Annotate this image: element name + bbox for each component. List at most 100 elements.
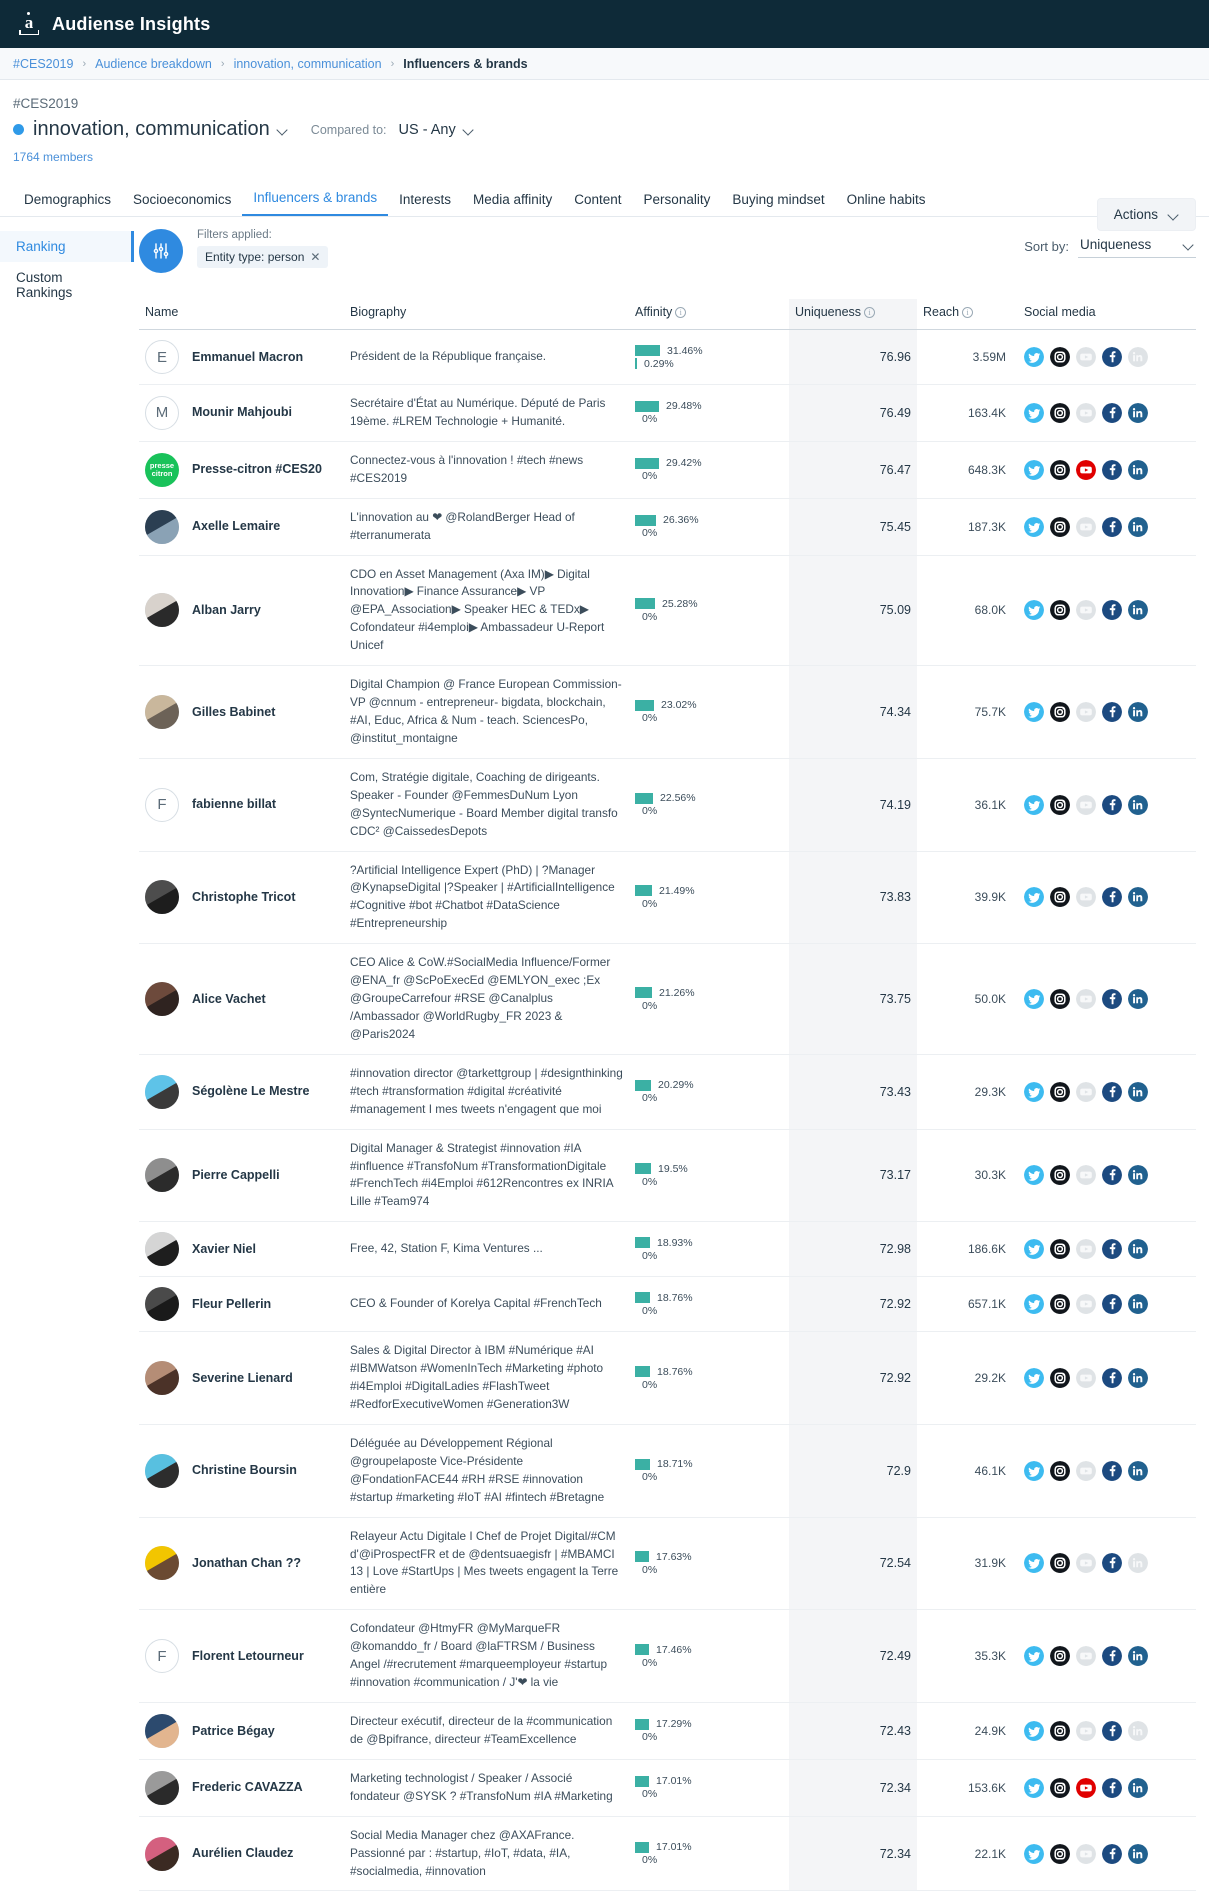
cell-name[interactable]: Xavier Niel (139, 1221, 344, 1278)
table-row[interactable]: Alice Vachet CEO Alice & CoW.#SocialMedia… (139, 943, 1196, 1055)
instagram-icon[interactable] (1050, 347, 1070, 367)
cell-name[interactable]: M Mounir Mahjoubi (139, 384, 344, 442)
twitter-icon[interactable] (1024, 1081, 1044, 1102)
facebook-icon[interactable] (1102, 600, 1122, 621)
table-row[interactable]: Xavier Niel Free, 42, Station F, Kima Ven… (139, 1221, 1196, 1278)
tab-demographics[interactable]: Demographics (13, 192, 122, 216)
linkedin-icon[interactable] (1128, 794, 1148, 815)
facebook-icon[interactable] (1102, 347, 1122, 367)
cell-name[interactable]: Axelle Lemaire (139, 498, 344, 556)
linkedin-icon[interactable] (1128, 1081, 1148, 1102)
column-header-biography[interactable]: Biography (344, 299, 629, 330)
table-row[interactable]: Gilles Babinet Digital Champion @ France … (139, 665, 1196, 759)
sidebar-item-ranking[interactable]: Ranking (0, 231, 134, 262)
facebook-icon[interactable] (1102, 1460, 1122, 1481)
facebook-icon[interactable] (1102, 1553, 1122, 1574)
instagram-icon[interactable] (1050, 1239, 1070, 1260)
instagram-icon[interactable] (1050, 1777, 1070, 1798)
tab-online-habits[interactable]: Online habits (836, 192, 937, 216)
facebook-icon[interactable] (1102, 794, 1122, 815)
instagram-icon[interactable] (1050, 989, 1070, 1009)
instagram-icon[interactable] (1050, 1165, 1070, 1186)
cell-name[interactable]: E Emmanuel Macron (139, 329, 344, 385)
instagram-icon[interactable] (1050, 1294, 1070, 1315)
facebook-icon[interactable] (1102, 989, 1122, 1009)
twitter-icon[interactable] (1024, 1165, 1044, 1186)
tab-influencers-brands[interactable]: Influencers & brands (242, 190, 389, 216)
facebook-icon[interactable] (1102, 701, 1122, 722)
tab-socioeconomics[interactable]: Socioeconomics (122, 192, 242, 216)
facebook-icon[interactable] (1102, 1239, 1122, 1260)
sort-by-select[interactable]: Uniqueness (1078, 235, 1196, 258)
breadcrumb-item-1[interactable]: Audience breakdown (95, 57, 212, 71)
info-icon[interactable]: i (962, 307, 974, 318)
column-header-name[interactable]: Name (139, 299, 344, 330)
table-row[interactable]: M Mounir Mahjoubi Secrétaire d'État au Num… (139, 384, 1196, 442)
table-row[interactable]: Fleur Pellerin CEO & Founder of Korelya C… (139, 1276, 1196, 1333)
instagram-icon[interactable] (1050, 1720, 1070, 1741)
youtube-icon[interactable] (1076, 1777, 1096, 1798)
breadcrumb-item-2[interactable]: innovation, communication (234, 57, 382, 71)
linkedin-icon[interactable] (1128, 1294, 1148, 1315)
instagram-icon[interactable] (1050, 1460, 1070, 1481)
cell-name[interactable]: Christine Boursin (139, 1424, 344, 1518)
table-row[interactable]: Axelle Lemaire L'innovation au ❤ @RolandB… (139, 498, 1196, 556)
facebook-icon[interactable] (1102, 1081, 1122, 1102)
instagram-icon[interactable] (1050, 794, 1070, 815)
table-row[interactable]: Frederic CAVAZZA Marketing technologist /… (139, 1759, 1196, 1817)
cell-name[interactable]: Patrice Bégay (139, 1702, 344, 1760)
facebook-icon[interactable] (1102, 887, 1122, 908)
tab-content[interactable]: Content (563, 192, 632, 216)
tab-buying-mindset[interactable]: Buying mindset (721, 192, 835, 216)
filter-chip-entity-type[interactable]: Entity type: person ✕ (197, 246, 329, 268)
cell-name[interactable]: Ségolène Le Mestre (139, 1054, 344, 1130)
linkedin-icon[interactable] (1128, 1165, 1148, 1186)
table-row[interactable]: E Emmanuel Macron Président de la Républiq… (139, 329, 1196, 385)
table-row[interactable]: presse citron Presse-citron #CES20 Connecte… (139, 441, 1196, 499)
twitter-icon[interactable] (1024, 1720, 1044, 1741)
linkedin-icon[interactable] (1128, 600, 1148, 621)
column-header-uniqueness[interactable]: Uniqueness i (789, 299, 917, 330)
youtube-icon[interactable] (1076, 459, 1096, 480)
linkedin-icon[interactable] (1128, 1368, 1148, 1389)
cell-name[interactable]: Aurélien Claudez (139, 1816, 344, 1892)
instagram-icon[interactable] (1050, 1368, 1070, 1389)
cell-name[interactable]: Alice Vachet (139, 943, 344, 1055)
facebook-icon[interactable] (1102, 1720, 1122, 1741)
twitter-icon[interactable] (1024, 887, 1044, 908)
table-row[interactable]: Alban Jarry CDO en Asset Management (Axa … (139, 555, 1196, 667)
cell-name[interactable]: Fleur Pellerin (139, 1276, 344, 1333)
table-row[interactable]: Pierre Cappelli Digital Manager & Strateg… (139, 1129, 1196, 1223)
twitter-icon[interactable] (1024, 1777, 1044, 1798)
table-row[interactable]: Aurélien Claudez Social Media Manager che… (139, 1816, 1196, 1892)
linkedin-icon[interactable] (1128, 459, 1148, 480)
instagram-icon[interactable] (1050, 459, 1070, 480)
column-header-affinity[interactable]: Affinity i (629, 299, 789, 330)
linkedin-icon[interactable] (1128, 1239, 1148, 1260)
instagram-icon[interactable] (1050, 887, 1070, 908)
cell-name[interactable]: Christophe Tricot (139, 851, 344, 945)
twitter-icon[interactable] (1024, 1460, 1044, 1481)
table-row[interactable]: Christine Boursin Déléguée au Développeme… (139, 1424, 1196, 1518)
table-row[interactable]: Christophe Tricot ?Artificial Intelligenc… (139, 851, 1196, 945)
tab-interests[interactable]: Interests (388, 192, 462, 216)
twitter-icon[interactable] (1024, 600, 1044, 621)
compared-to-chevron-down-icon[interactable] (463, 124, 474, 135)
linkedin-icon[interactable] (1128, 516, 1148, 537)
table-row[interactable]: Jonathan Chan ?? Relayeur Actu Digitale I… (139, 1517, 1196, 1611)
instagram-icon[interactable] (1050, 701, 1070, 722)
info-icon[interactable]: i (864, 307, 876, 318)
twitter-icon[interactable] (1024, 1843, 1044, 1864)
linkedin-icon[interactable] (1128, 1843, 1148, 1864)
twitter-icon[interactable] (1024, 1239, 1044, 1260)
linkedin-icon[interactable] (1128, 701, 1148, 722)
twitter-icon[interactable] (1024, 459, 1044, 480)
cell-name[interactable]: Frederic CAVAZZA (139, 1759, 344, 1817)
twitter-icon[interactable] (1024, 794, 1044, 815)
twitter-icon[interactable] (1024, 1553, 1044, 1574)
twitter-icon[interactable] (1024, 1294, 1044, 1315)
tab-media-affinity[interactable]: Media affinity (462, 192, 563, 216)
sidebar-item-custom-rankings[interactable]: Custom Rankings (0, 262, 134, 308)
filter-sliders-icon[interactable] (139, 229, 183, 273)
table-row[interactable]: Ségolène Le Mestre #innovation director @… (139, 1054, 1196, 1130)
